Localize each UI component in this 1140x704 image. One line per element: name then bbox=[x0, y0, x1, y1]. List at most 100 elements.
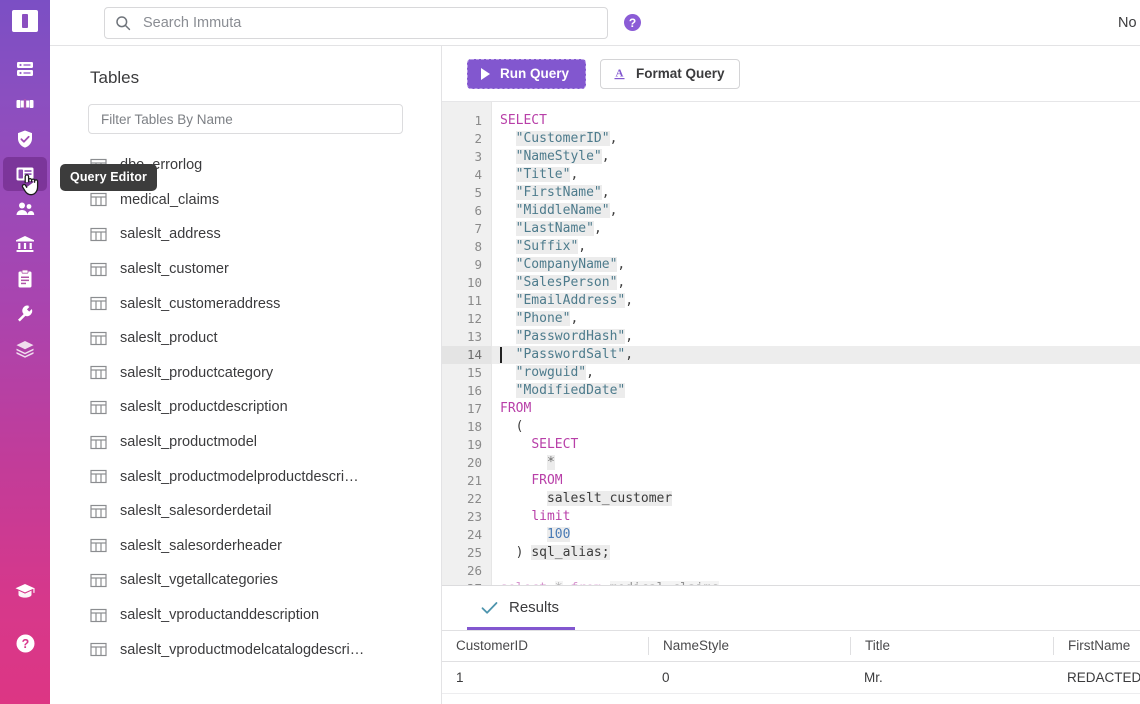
tables-list[interactable]: dbo_errorlogmedical_claimssaleslt_addres… bbox=[50, 134, 441, 704]
svg-text:A: A bbox=[616, 68, 624, 80]
format-query-button[interactable]: A Format Query bbox=[600, 59, 740, 89]
results-cell: Mr. bbox=[850, 670, 1053, 685]
code-line[interactable]: "Phone", bbox=[492, 310, 1140, 328]
table-list-item[interactable]: saleslt_productmodelproductdescri… bbox=[50, 459, 441, 494]
account-menu[interactable]: No bbox=[1118, 0, 1140, 46]
code-token: , bbox=[578, 239, 586, 254]
table-list-item[interactable]: saleslt_productmodel bbox=[50, 425, 441, 460]
code-line[interactable]: limit bbox=[492, 508, 1140, 526]
code-line[interactable]: "MiddleName", bbox=[492, 202, 1140, 220]
code-token: , bbox=[610, 203, 618, 218]
tab-results[interactable]: Results bbox=[467, 588, 575, 630]
results-column-header[interactable]: FirstName bbox=[1053, 637, 1140, 655]
code-line[interactable]: "EmailAddress", bbox=[492, 292, 1140, 310]
code-line[interactable]: ( bbox=[492, 418, 1140, 436]
line-number: 6 bbox=[442, 202, 491, 220]
code-token bbox=[500, 149, 516, 164]
table-list-item[interactable]: saleslt_customer bbox=[50, 252, 441, 287]
account-label: No bbox=[1118, 15, 1137, 31]
code-line[interactable] bbox=[492, 562, 1140, 580]
results-column-header[interactable]: Title bbox=[850, 637, 1053, 655]
table-list-item-label: saleslt_productmodelproductdescri… bbox=[120, 469, 359, 485]
filter-tables-input[interactable] bbox=[88, 104, 403, 134]
line-number: 12 bbox=[442, 310, 491, 328]
table-list-item[interactable]: saleslt_productdescription bbox=[50, 390, 441, 425]
search-input-placeholder[interactable]: Search Immuta bbox=[143, 15, 241, 31]
sidebar-item-query-editor[interactable] bbox=[3, 157, 47, 191]
sidebar-item-governance[interactable] bbox=[3, 227, 47, 261]
code-line[interactable]: "CustomerID", bbox=[492, 130, 1140, 148]
sql-code[interactable]: SELECT "CustomerID", "NameStyle", "Title… bbox=[492, 102, 1140, 585]
sidebar-item-admin[interactable] bbox=[3, 297, 47, 331]
graduation-cap-icon bbox=[14, 581, 36, 601]
code-token: "EmailAddress" bbox=[516, 293, 626, 308]
code-line[interactable]: 100 bbox=[492, 526, 1140, 544]
table-list-item[interactable]: saleslt_vgetallcategories bbox=[50, 563, 441, 598]
wrench-icon bbox=[14, 303, 36, 325]
code-line[interactable]: FROM bbox=[492, 400, 1140, 418]
table-list-item[interactable]: saleslt_productcategory bbox=[50, 356, 441, 391]
table-list-item[interactable]: saleslt_address bbox=[50, 217, 441, 252]
sidebar-item-audit[interactable] bbox=[3, 262, 47, 296]
people-icon bbox=[14, 198, 36, 220]
code-line[interactable]: "ModifiedDate" bbox=[492, 382, 1140, 400]
sidebar-item-projects[interactable] bbox=[3, 87, 47, 121]
code-line[interactable]: "FirstName", bbox=[492, 184, 1140, 202]
code-token: * bbox=[555, 581, 563, 585]
code-token: , bbox=[602, 149, 610, 164]
sidebar-item-data-sources[interactable] bbox=[3, 52, 47, 86]
line-number: 17 bbox=[442, 400, 491, 418]
code-line[interactable]: "Suffix", bbox=[492, 238, 1140, 256]
code-token: "NameStyle" bbox=[516, 149, 602, 164]
table-list-item[interactable]: saleslt_product bbox=[50, 321, 441, 356]
table-icon bbox=[90, 572, 107, 589]
code-token bbox=[500, 383, 516, 398]
code-line[interactable]: "SalesPerson", bbox=[492, 274, 1140, 292]
results-grid-body: 10Mr.REDACTED bbox=[442, 662, 1140, 694]
code-token: "Suffix" bbox=[516, 239, 579, 254]
code-token: "SalesPerson" bbox=[516, 275, 618, 290]
code-line[interactable]: saleslt_customer bbox=[492, 490, 1140, 508]
table-list-item[interactable]: saleslt_customeraddress bbox=[50, 286, 441, 321]
code-line[interactable]: ) sql_alias; bbox=[492, 544, 1140, 562]
table-list-item[interactable]: saleslt_vproductmodelcatalogdescri… bbox=[50, 632, 441, 667]
sidebar-item-help[interactable]: ? bbox=[3, 626, 47, 660]
line-number: 24 bbox=[442, 526, 491, 544]
results-column-header[interactable]: CustomerID bbox=[442, 637, 648, 655]
check-icon bbox=[481, 601, 498, 615]
sql-editor[interactable]: 1234567891011121314151617181920212223242… bbox=[442, 102, 1140, 585]
line-number: 14 bbox=[442, 346, 491, 364]
code-line[interactable]: "LastName", bbox=[492, 220, 1140, 238]
results-column-header[interactable]: NameStyle bbox=[648, 637, 850, 655]
code-line[interactable]: "rowguid", bbox=[492, 364, 1140, 382]
code-token: from bbox=[570, 581, 601, 585]
code-line[interactable]: "PasswordSalt", bbox=[492, 346, 1140, 364]
code-line[interactable]: SELECT bbox=[492, 112, 1140, 130]
sidebar-item-catalog[interactable] bbox=[3, 332, 47, 366]
code-line[interactable]: "Title", bbox=[492, 166, 1140, 184]
code-line[interactable]: FROM bbox=[492, 472, 1140, 490]
global-search[interactable]: Search Immuta bbox=[104, 7, 608, 39]
help-icon[interactable]: ? bbox=[624, 14, 641, 31]
code-token: SELECT bbox=[500, 113, 547, 128]
code-line[interactable]: * bbox=[492, 454, 1140, 472]
table-icon bbox=[90, 399, 107, 416]
immuta-logo[interactable] bbox=[10, 8, 40, 34]
code-line[interactable]: "NameStyle", bbox=[492, 148, 1140, 166]
code-line[interactable]: SELECT bbox=[492, 436, 1140, 454]
code-line[interactable]: "PasswordHash", bbox=[492, 328, 1140, 346]
code-line[interactable]: "CompanyName", bbox=[492, 256, 1140, 274]
tables-panel: Tables dbo_errorlogmedical_claimssaleslt… bbox=[50, 46, 442, 704]
table-list-item-label: saleslt_salesorderheader bbox=[120, 538, 282, 554]
table-list-item[interactable]: saleslt_salesorderheader bbox=[50, 529, 441, 564]
table-list-item[interactable]: saleslt_vproductanddescription bbox=[50, 598, 441, 633]
code-line[interactable]: select * from medical_claims bbox=[492, 580, 1140, 585]
code-token: , bbox=[625, 347, 633, 362]
run-query-button[interactable]: Run Query bbox=[467, 59, 586, 89]
table-list-item[interactable]: saleslt_salesorderdetail bbox=[50, 494, 441, 529]
results-row[interactable]: 10Mr.REDACTED bbox=[442, 662, 1140, 694]
sidebar-item-academy[interactable] bbox=[3, 574, 47, 608]
code-token: "Title" bbox=[516, 167, 571, 182]
sidebar-item-people[interactable] bbox=[3, 192, 47, 226]
sidebar-item-policies[interactable] bbox=[3, 122, 47, 156]
